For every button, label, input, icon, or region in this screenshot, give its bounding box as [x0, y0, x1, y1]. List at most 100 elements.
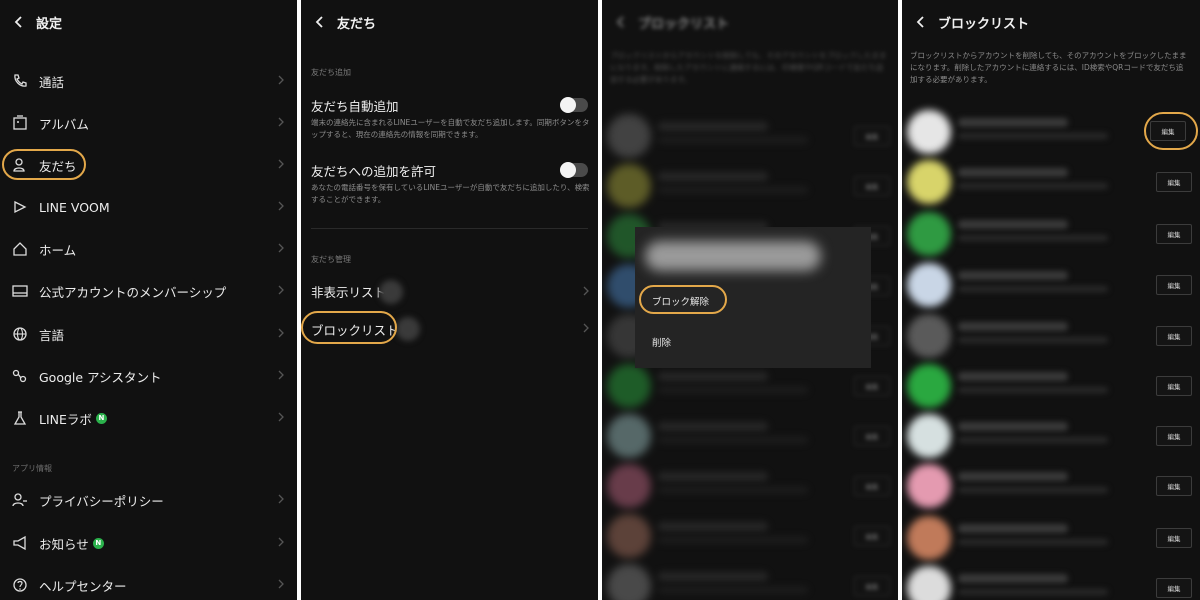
blurred-name	[658, 172, 768, 181]
blocked-account-row[interactable]: 編集	[902, 310, 1200, 360]
blurred-subtext	[658, 137, 808, 143]
edit-button[interactable]: 編集	[1156, 376, 1192, 396]
allow-add-description: あなたの電話番号を保有しているLINEユーザーが自動で友だちに追加したり、検索す…	[311, 183, 590, 204]
settings-item-label: LINE VOOM	[39, 199, 110, 215]
blocked-account-row[interactable]: 編集	[602, 460, 898, 510]
back-arrow-icon[interactable]	[313, 15, 327, 29]
blurred-subtext	[958, 589, 1108, 595]
edit-button[interactable]: 編集	[1156, 528, 1192, 548]
avatar	[907, 364, 951, 408]
blocked-account-row[interactable]: 編集	[902, 208, 1200, 258]
settings-item-label: ホーム	[39, 242, 77, 258]
delete-option[interactable]: 削除	[652, 335, 671, 349]
chevron-right-icon	[278, 285, 284, 295]
avatar	[607, 364, 651, 408]
blocked-account-row[interactable]: 編集	[602, 510, 898, 560]
highlight-ring	[2, 149, 86, 180]
avatar	[907, 263, 951, 307]
blurred-name	[658, 572, 768, 581]
allow-add-toggle[interactable]	[560, 162, 588, 178]
avatar	[907, 110, 951, 154]
album-icon	[11, 114, 29, 132]
edit-button[interactable]: 編集	[1156, 326, 1192, 346]
chevron-right-icon	[583, 286, 589, 296]
edit-button[interactable]: 編集	[854, 526, 890, 546]
chevron-right-icon	[278, 412, 284, 422]
toggle-knob	[560, 97, 576, 113]
settings-item-notices[interactable]: お知らせ N	[0, 522, 297, 564]
blocked-account-row[interactable]: 編集	[902, 360, 1200, 410]
avatar	[907, 566, 951, 600]
blocked-account-row[interactable]: 編集	[602, 560, 898, 600]
back-arrow-icon	[616, 16, 624, 28]
edit-button[interactable]: 編集	[1156, 224, 1192, 244]
blurred-subtext	[958, 437, 1108, 443]
help-icon	[11, 576, 29, 594]
settings-item-album[interactable]: アルバム	[0, 102, 297, 144]
edit-button[interactable]: 編集	[1156, 275, 1192, 295]
back-arrow-icon[interactable]	[914, 15, 928, 29]
blurred-subtext	[658, 387, 808, 393]
privacy-icon	[11, 491, 29, 509]
settings-item-label: お知らせ	[39, 536, 89, 552]
blurred-indicator	[379, 280, 403, 304]
settings-item-home[interactable]: ホーム	[0, 228, 297, 270]
voom-icon	[11, 198, 29, 216]
settings-item-language[interactable]: 言語	[0, 313, 297, 355]
auto-add-toggle[interactable]	[560, 97, 588, 113]
blocked-account-row[interactable]: 編集	[902, 562, 1200, 600]
blocked-account-row[interactable]: 編集	[902, 512, 1200, 562]
assistant-icon	[11, 367, 29, 385]
chevron-right-icon	[278, 75, 284, 85]
edit-button[interactable]: 編集	[854, 126, 890, 146]
blurred-name	[958, 422, 1068, 431]
edit-button[interactable]: 編集	[854, 426, 890, 446]
settings-item-line-labs[interactable]: LINEラボ N	[0, 397, 297, 439]
blurred-subtext	[658, 487, 808, 493]
blurred-name	[958, 220, 1068, 229]
blurred-subtext	[958, 387, 1108, 393]
edit-button[interactable]: 編集	[854, 376, 890, 396]
settings-item-label: 通話	[39, 74, 65, 90]
flask-icon	[11, 409, 29, 427]
blurred-name	[658, 122, 768, 131]
settings-item-help-center[interactable]: ヘルプセンター	[0, 564, 297, 600]
blurred-name	[658, 372, 768, 381]
friends-header: 友だち	[301, 0, 598, 44]
blocked-account-row[interactable]: 編集	[902, 460, 1200, 510]
blocked-account-row[interactable]: 編集	[902, 410, 1200, 460]
edit-button[interactable]: 編集	[1156, 172, 1192, 192]
blocked-account-row[interactable]: 編集	[602, 410, 898, 460]
back-arrow-icon[interactable]	[12, 15, 26, 29]
blocked-account-row[interactable]: 編集	[902, 156, 1200, 206]
block-list-description: ブロックリストからアカウントを削除しても、そのアカウントをブロックしたままになり…	[910, 51, 1187, 84]
blocked-account-row[interactable]: 編集	[902, 259, 1200, 309]
blurred-name	[958, 574, 1068, 583]
chevron-right-icon	[278, 579, 284, 589]
blurred-name	[658, 522, 768, 531]
edit-button[interactable]: 編集	[1156, 476, 1192, 496]
highlight-ring	[301, 311, 397, 344]
edit-button[interactable]: 編集	[1156, 578, 1192, 598]
avatar	[907, 464, 951, 508]
chevron-right-icon	[278, 328, 284, 338]
edit-button[interactable]: 編集	[854, 576, 890, 596]
blocked-account-row[interactable]: 編集	[602, 160, 898, 210]
settings-item-membership[interactable]: 公式アカウントのメンバーシップ	[0, 270, 297, 312]
edit-button[interactable]: 編集	[854, 176, 890, 196]
settings-item-google-assistant[interactable]: Google アシスタント	[0, 355, 297, 397]
settings-item-label: ヘルプセンター	[39, 578, 127, 594]
settings-item-privacy-policy[interactable]: プライバシーポリシー	[0, 479, 297, 521]
settings-item-call[interactable]: 通話	[0, 60, 297, 102]
settings-screen: 設定 通話 アルバム 友だち LINE VOOM ホーム 公式アカウントのメンバ…	[0, 0, 297, 600]
blurred-subtext	[658, 587, 808, 593]
hidden-list-item[interactable]: 非表示リスト	[311, 282, 386, 301]
settings-item-line-voom[interactable]: LINE VOOM	[0, 186, 297, 228]
blocked-account-row[interactable]: 編集	[602, 110, 898, 160]
block-list-header: ブロックリスト	[902, 0, 1200, 44]
edit-button[interactable]: 編集	[1156, 426, 1192, 446]
blurred-subtext	[658, 437, 808, 443]
settings-item-label: 公式アカウントのメンバーシップ	[39, 284, 227, 300]
edit-button[interactable]: 編集	[854, 476, 890, 496]
allow-add-title: 友だちへの追加を許可	[311, 164, 437, 179]
